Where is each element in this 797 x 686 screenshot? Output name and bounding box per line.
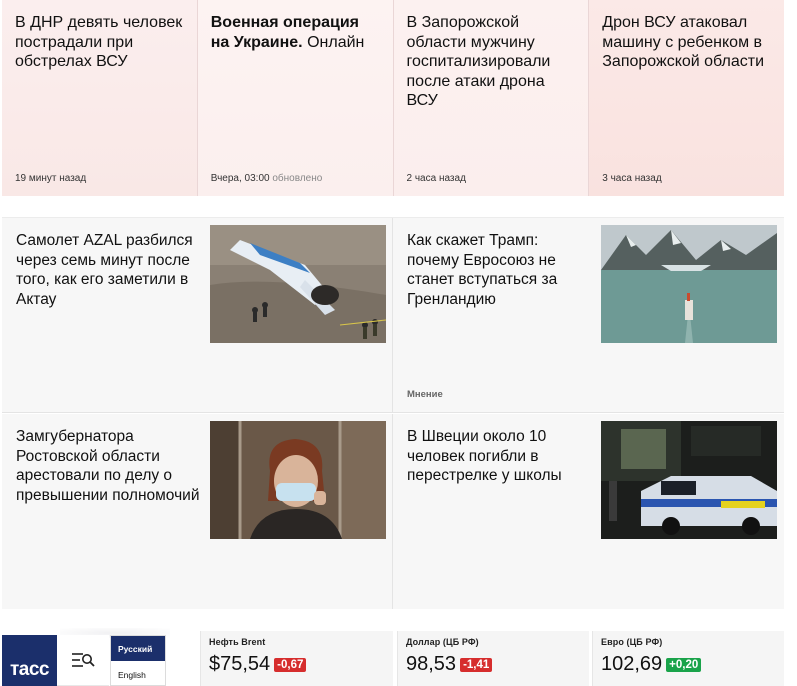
tass-logo[interactable]: тасс	[2, 635, 57, 686]
news-title[interactable]: В ДНР девять человек пострадали при обст…	[15, 13, 185, 72]
article-card[interactable]: В Швеции около 10 человек погибли в пере…	[393, 414, 784, 609]
lang-en[interactable]: English	[111, 661, 165, 686]
quote-change: -0,67	[274, 657, 307, 672]
article-title[interactable]: Замгубернатора Ростовской области аресто…	[16, 427, 202, 505]
news-title[interactable]: Военная операция на Украине. Онлайн	[211, 13, 381, 52]
quote-label: Нефть Brent	[209, 637, 266, 647]
top-news-card[interactable]: В ДНР девять человек пострадали при обст…	[2, 0, 198, 196]
top-news-card[interactable]: В Запорожской области мужчину госпитализ…	[393, 0, 590, 196]
news-title[interactable]: Дрон ВСУ атаковал машину с ребенком в За…	[602, 13, 772, 72]
top-news-card[interactable]: Военная операция на Украине. Онлайн Вчер…	[197, 0, 394, 196]
quote-change: +0,20	[666, 657, 702, 672]
courtroom-woman-photo[interactable]	[210, 421, 386, 539]
news-time: Вчера, 03:00 обновлено	[210, 173, 323, 184]
language-switcher: Русский English	[110, 635, 166, 686]
lang-ru[interactable]: Русский	[111, 636, 165, 661]
updated-label: обновлено	[272, 173, 323, 184]
article-card[interactable]: Как скажет Трамп: почему Евросоюз не ста…	[393, 218, 784, 413]
quote-change: -1,41	[460, 657, 493, 672]
menu-search-button[interactable]	[57, 635, 109, 686]
article-grid: Самолет AZAL разбился через семь минут п…	[2, 217, 784, 609]
quote-value: 102,69	[601, 653, 663, 675]
quote-usd[interactable]: Доллар (ЦБ РФ) 98,53 -1,41	[397, 631, 589, 686]
article-title[interactable]: В Швеции около 10 человек погибли в пере…	[407, 427, 593, 486]
article-card[interactable]: Замгубернатора Ростовской области аресто…	[2, 414, 393, 609]
news-title[interactable]: В Запорожской области мужчину госпитализ…	[407, 13, 577, 111]
quote-eur[interactable]: Евро (ЦБ РФ) 102,69 +0,20	[592, 631, 784, 686]
top-news-card[interactable]: Дрон ВСУ атаковал машину с ребенком в За…	[589, 0, 784, 196]
quote-value: $75,54	[209, 653, 271, 675]
top-news-strip: В ДНР девять человек пострадали при обст…	[2, 0, 784, 196]
news-time: 3 часа назад	[602, 173, 662, 184]
news-time: 2 часа назад	[406, 173, 466, 184]
greenland-fjord-photo[interactable]	[601, 225, 777, 343]
police-car-night-photo[interactable]	[601, 421, 777, 539]
bottom-bar: тасс Русский English Нефть Brent $75,54 …	[0, 628, 797, 686]
article-card[interactable]: Самолет AZAL разбился через семь минут п…	[2, 218, 393, 413]
plane-crash-photo[interactable]	[210, 225, 386, 343]
article-title[interactable]: Как скажет Трамп: почему Евросоюз не ста…	[407, 231, 593, 309]
quote-brent[interactable]: Нефть Brent $75,54 -0,67	[200, 631, 393, 686]
article-title[interactable]: Самолет AZAL разбился через семь минут п…	[16, 231, 202, 309]
quote-label: Доллар (ЦБ РФ)	[406, 637, 479, 647]
news-time: 19 минут назад	[15, 173, 87, 184]
menu-search-icon	[72, 653, 95, 667]
article-tag: Мнение	[407, 389, 443, 400]
quote-value: 98,53	[406, 653, 457, 675]
quote-label: Евро (ЦБ РФ)	[601, 637, 663, 647]
